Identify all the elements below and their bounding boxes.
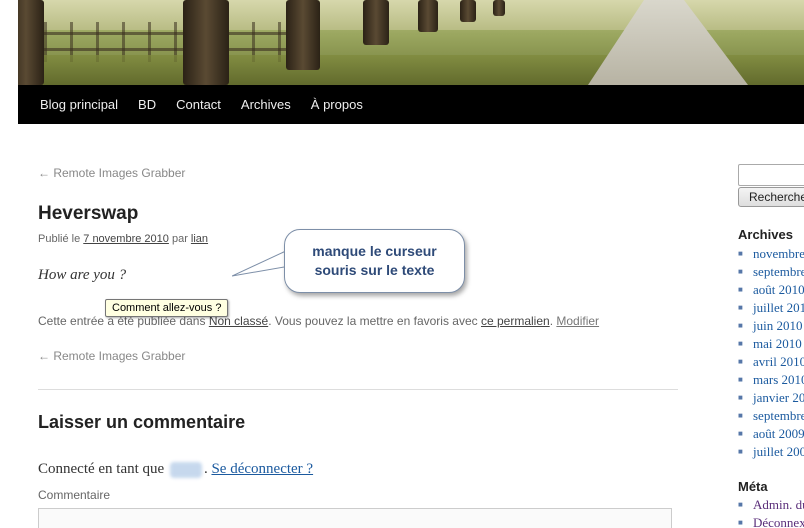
previous-post-link-bottom[interactable]: ← Remote Images Grabber — [38, 349, 185, 363]
callout-pointer — [232, 249, 291, 277]
archive-item[interactable]: juillet 2009 — [738, 444, 804, 462]
archive-item-label[interactable]: juin 2010 — [753, 318, 802, 333]
archive-item[interactable]: septembre 2009 — [738, 408, 804, 426]
header-tree-trunk — [363, 0, 389, 45]
header-fence-rail — [18, 32, 318, 35]
header-tree-trunk — [183, 0, 229, 85]
main-navigation: Blog principal BD Contact Archives À pro… — [18, 85, 804, 124]
header-tree-trunk — [418, 0, 438, 32]
archive-item-label[interactable]: novembre 2010 — [753, 246, 804, 261]
meta-item-label[interactable]: Déconnexion — [753, 515, 804, 528]
meta-item[interactable]: Déconnexion — [738, 515, 804, 528]
archives-title: Archives — [738, 227, 793, 242]
meta-item-label[interactable]: Admin. du site — [753, 497, 804, 512]
comment-textarea[interactable] — [38, 508, 672, 528]
post-author-link[interactable]: lian — [191, 233, 208, 245]
entry-footer-text: . — [549, 314, 554, 328]
archive-item[interactable]: avril 2010 — [738, 354, 804, 372]
archive-item[interactable]: août 2010 — [738, 282, 804, 300]
comment-label: Commentaire — [38, 488, 111, 502]
reply-title: Laisser un commentaire — [38, 412, 246, 432]
archive-item-label[interactable]: septembre 2009 — [753, 408, 804, 423]
archive-item[interactable]: septembre 2010 — [738, 264, 804, 282]
previous-post-link-top[interactable]: ← Remote Images Grabber — [38, 166, 185, 180]
archive-item[interactable]: janvier 2010 — [738, 390, 804, 408]
nav-item-contact[interactable]: Contact — [166, 85, 231, 124]
nav-item-a-propos[interactable]: À propos — [301, 85, 373, 124]
text-tooltip: Comment allez-vous ? — [105, 299, 229, 317]
archive-item[interactable]: juin 2010 — [738, 318, 804, 336]
archive-item-label[interactable]: juillet 2010 — [753, 300, 804, 315]
post-title: Heverswap — [38, 203, 139, 224]
search-input[interactable] — [738, 164, 804, 186]
archive-item[interactable]: mai 2010 — [738, 336, 804, 354]
edit-link[interactable]: Modifier — [556, 314, 599, 328]
archive-item-label[interactable]: mars 2010 — [753, 372, 804, 387]
search-button[interactable]: Rechercher — [738, 187, 804, 207]
archive-item[interactable]: juillet 2010 — [738, 300, 804, 318]
logged-in-as: Connecté en tant que . Se déconnecter ? — [38, 461, 314, 478]
archive-item-label[interactable]: août 2009 — [753, 426, 804, 441]
header-image — [18, 0, 804, 85]
meta-list: Admin. du site Déconnexion — [738, 497, 804, 528]
callout-line: manque le curseur — [312, 243, 437, 259]
header-tree-trunk — [460, 0, 476, 22]
logout-link[interactable]: Se déconnecter ? — [211, 461, 313, 477]
header-tree-trunk — [286, 0, 320, 70]
blurred-username — [169, 461, 202, 478]
archive-item-label[interactable]: août 2010 — [753, 282, 804, 297]
archive-item[interactable]: mars 2010 — [738, 372, 804, 390]
annotation-callout: manque le curseur souris sur le texte — [284, 229, 465, 293]
nav-item-blog-principal[interactable]: Blog principal — [30, 85, 128, 124]
archive-item-label[interactable]: janvier 2010 — [753, 390, 804, 405]
logged-in-prefix: Connecté en tant que — [38, 461, 165, 477]
content-divider — [38, 389, 678, 390]
post-content: How are you ? — [38, 267, 127, 283]
header-tree-trunk — [18, 0, 44, 85]
permalink-link[interactable]: ce permalien — [481, 314, 550, 328]
meta-title: Méta — [738, 479, 768, 494]
archive-item-label[interactable]: juillet 2009 — [753, 444, 804, 459]
archive-item[interactable]: août 2009 — [738, 426, 804, 444]
meta-prefix: Publié le — [38, 233, 81, 245]
nav-item-bd[interactable]: BD — [128, 85, 166, 124]
archive-item-label[interactable]: avril 2010 — [753, 354, 804, 369]
post-date-link[interactable]: 7 novembre 2010 — [83, 233, 169, 245]
meta-item[interactable]: Admin. du site — [738, 497, 804, 515]
archive-item-label[interactable]: mai 2010 — [753, 336, 802, 351]
meta-by: par — [171, 233, 188, 245]
header-fence-rail — [18, 48, 318, 51]
archive-item-label[interactable]: septembre 2010 — [753, 264, 804, 279]
archives-list: novembre 2010 septembre 2010 août 2010 j… — [738, 246, 804, 462]
callout-line: souris sur le texte — [314, 262, 435, 278]
post-meta: Publié le 7 novembre 2010 par lian — [38, 233, 208, 245]
archive-item[interactable]: novembre 2010 — [738, 246, 804, 264]
header-tree-trunk — [493, 0, 505, 16]
entry-footer-text: . Vous pouvez la mettre en favoris avec — [268, 314, 478, 328]
nav-item-archives[interactable]: Archives — [231, 85, 301, 124]
